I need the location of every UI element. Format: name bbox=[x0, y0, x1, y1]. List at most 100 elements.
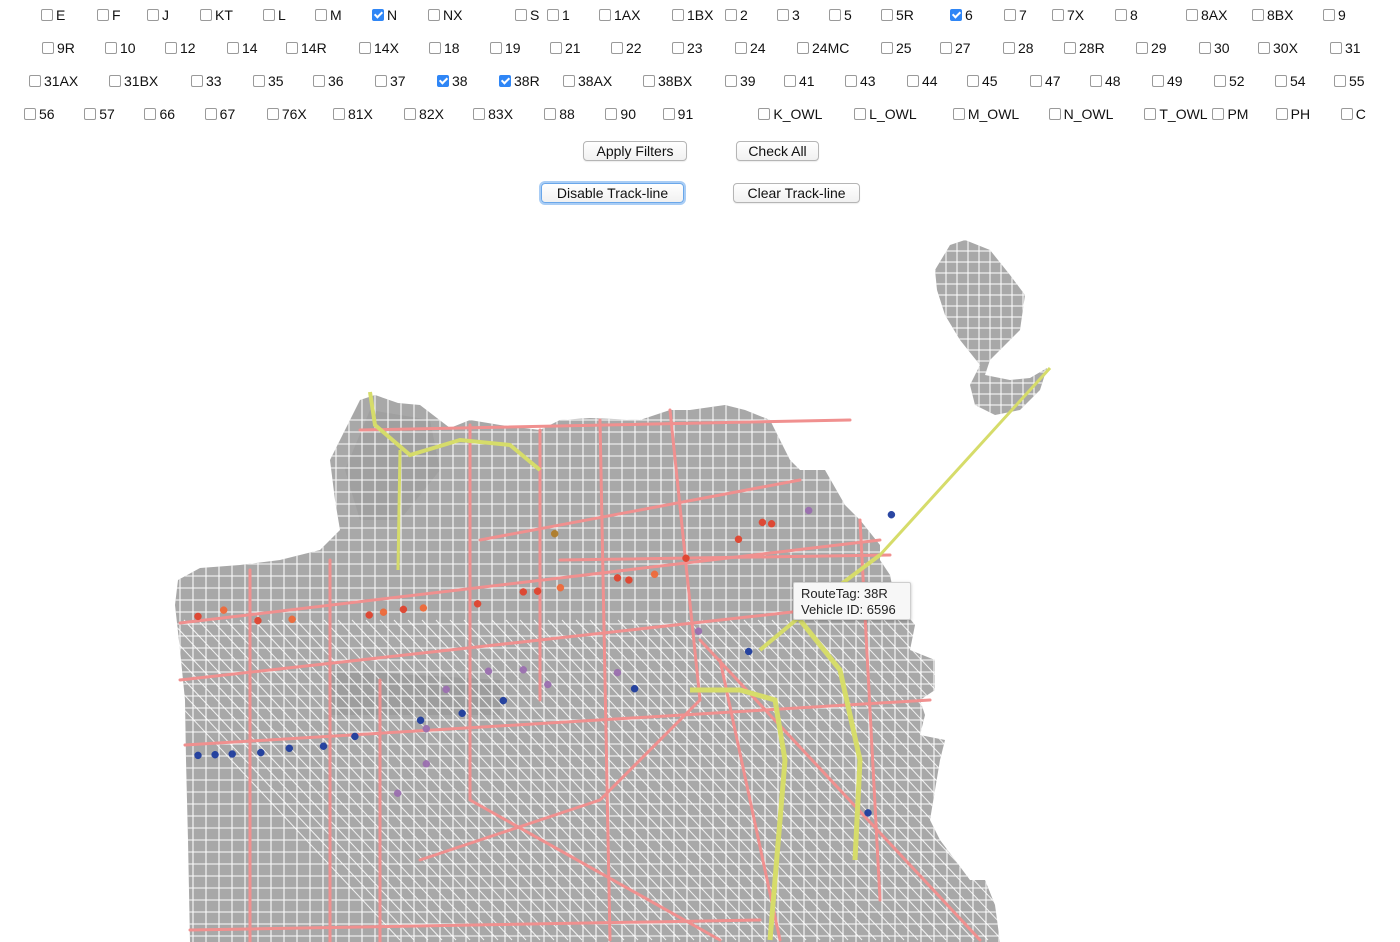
route-filter-31ax[interactable]: 31AX bbox=[29, 69, 109, 93]
route-checkbox[interactable] bbox=[950, 9, 962, 21]
route-filter-3[interactable]: 3 bbox=[777, 3, 829, 27]
disable-trackline-button[interactable]: Disable Track-line bbox=[541, 183, 684, 203]
apply-filters-button[interactable]: Apply Filters bbox=[583, 141, 687, 161]
route-filter-33[interactable]: 33 bbox=[191, 69, 253, 93]
route-filter-39[interactable]: 39 bbox=[725, 69, 784, 93]
route-filter-47[interactable]: 47 bbox=[1030, 69, 1090, 93]
vehicle-marker-38r[interactable] bbox=[379, 608, 388, 616]
route-filter-8ax[interactable]: 8AX bbox=[1186, 3, 1252, 27]
route-checkbox[interactable] bbox=[144, 108, 157, 120]
route-checkbox[interactable] bbox=[563, 75, 575, 87]
route-checkbox[interactable] bbox=[1152, 75, 1164, 87]
route-filter-66[interactable]: 66 bbox=[144, 102, 204, 126]
vehicle-marker-n[interactable] bbox=[211, 750, 219, 759]
vehicle-marker-38[interactable] bbox=[473, 600, 482, 608]
vehicle-marker-38r[interactable] bbox=[650, 570, 659, 579]
route-checkbox[interactable] bbox=[263, 9, 275, 21]
vehicle-marker-6[interactable] bbox=[804, 506, 813, 515]
route-filter-j[interactable]: J bbox=[147, 3, 200, 27]
route-checkbox[interactable] bbox=[359, 42, 371, 54]
route-filter-52[interactable]: 52 bbox=[1214, 69, 1275, 93]
route-checkbox[interactable] bbox=[227, 42, 239, 54]
vehicle-marker-6[interactable] bbox=[422, 724, 431, 733]
vehicle-marker-38[interactable] bbox=[613, 574, 622, 582]
route-checkbox[interactable] bbox=[109, 75, 121, 87]
route-filter-31bx[interactable]: 31BX bbox=[109, 69, 191, 93]
route-filter-38ax[interactable]: 38AX bbox=[563, 69, 643, 93]
route-checkbox[interactable] bbox=[437, 75, 449, 87]
route-checkbox[interactable] bbox=[473, 108, 486, 120]
route-filter-5[interactable]: 5 bbox=[829, 3, 881, 27]
route-checkbox[interactable] bbox=[662, 108, 675, 120]
route-filter-55[interactable]: 55 bbox=[1334, 69, 1394, 93]
route-checkbox[interactable] bbox=[1214, 75, 1226, 87]
vehicle-marker-6[interactable] bbox=[519, 666, 528, 674]
route-filter-14r[interactable]: 14R bbox=[286, 36, 359, 60]
route-checkbox[interactable] bbox=[1199, 42, 1211, 54]
route-checkbox[interactable] bbox=[204, 108, 217, 120]
route-filter-56[interactable]: 56 bbox=[24, 102, 84, 126]
route-filter-1[interactable]: 1 bbox=[547, 3, 599, 27]
route-checkbox[interactable] bbox=[313, 75, 325, 87]
vehicle-marker-38[interactable] bbox=[767, 520, 776, 528]
route-filter-19[interactable]: 19 bbox=[490, 36, 550, 60]
route-filter-91[interactable]: 91 bbox=[662, 102, 759, 126]
route-checkbox[interactable] bbox=[544, 108, 557, 120]
route-checkbox[interactable] bbox=[286, 42, 298, 54]
route-checkbox[interactable] bbox=[952, 108, 965, 120]
route-filter-18[interactable]: 18 bbox=[429, 36, 490, 60]
route-filter-10[interactable]: 10 bbox=[105, 36, 165, 60]
vehicle-marker-n[interactable] bbox=[864, 809, 872, 817]
route-filter-nx[interactable]: NX bbox=[428, 3, 515, 27]
route-checkbox[interactable] bbox=[599, 9, 611, 21]
vehicle-marker-n[interactable] bbox=[194, 751, 202, 760]
route-filter-8[interactable]: 8 bbox=[1115, 3, 1186, 27]
route-filter-l[interactable]: L bbox=[263, 3, 315, 27]
route-checkbox[interactable] bbox=[845, 75, 857, 87]
route-filter-29[interactable]: 29 bbox=[1136, 36, 1199, 60]
route-filter-76x[interactable]: 76X bbox=[266, 102, 333, 126]
vehicle-marker-38[interactable] bbox=[254, 616, 262, 625]
vehicle-marker-n[interactable] bbox=[887, 510, 896, 519]
vehicle-marker-38r[interactable] bbox=[219, 606, 228, 614]
route-filter-36[interactable]: 36 bbox=[313, 69, 375, 93]
route-checkbox[interactable] bbox=[1340, 108, 1353, 120]
route-checkbox[interactable] bbox=[404, 108, 417, 120]
route-checkbox[interactable] bbox=[41, 9, 53, 21]
route-checkbox[interactable] bbox=[1064, 42, 1076, 54]
vehicle-marker-38[interactable] bbox=[519, 588, 528, 596]
route-filter-45[interactable]: 45 bbox=[967, 69, 1030, 93]
route-filter-24mc[interactable]: 24MC bbox=[797, 36, 881, 60]
route-filter-38[interactable]: 38 bbox=[437, 69, 499, 93]
route-checkbox[interactable] bbox=[1275, 108, 1288, 120]
vehicle-marker-38[interactable] bbox=[365, 611, 373, 619]
route-filter-m[interactable]: M bbox=[315, 3, 372, 27]
route-filter-41[interactable]: 41 bbox=[784, 69, 845, 93]
route-filter-37[interactable]: 37 bbox=[375, 69, 437, 93]
vehicle-marker-38[interactable] bbox=[682, 554, 690, 562]
vehicle-marker-6[interactable] bbox=[694, 627, 703, 635]
route-filter-21[interactable]: 21 bbox=[550, 36, 611, 60]
route-checkbox[interactable] bbox=[547, 9, 559, 21]
route-checkbox[interactable] bbox=[940, 42, 952, 54]
route-checkbox[interactable] bbox=[725, 9, 737, 21]
route-filter-44[interactable]: 44 bbox=[907, 69, 967, 93]
route-checkbox[interactable] bbox=[200, 9, 212, 21]
route-checkbox[interactable] bbox=[165, 42, 177, 54]
route-filter-27[interactable]: 27 bbox=[940, 36, 1003, 60]
vehicle-marker-n[interactable] bbox=[257, 748, 265, 757]
route-filter-c[interactable]: C bbox=[1340, 102, 1400, 126]
route-checkbox[interactable] bbox=[1330, 42, 1342, 54]
vehicle-marker-38r[interactable] bbox=[288, 615, 296, 624]
route-checkbox[interactable] bbox=[253, 75, 265, 87]
route-filter-12[interactable]: 12 bbox=[165, 36, 227, 60]
vehicle-marker-6[interactable] bbox=[544, 680, 552, 689]
route-checkbox[interactable] bbox=[428, 9, 440, 21]
vehicle-marker-n[interactable] bbox=[228, 750, 236, 758]
vehicle-marker-other[interactable] bbox=[550, 529, 559, 538]
vehicle-marker-38[interactable] bbox=[194, 612, 202, 621]
route-filter-l-owl[interactable]: L_OWL bbox=[854, 102, 953, 126]
route-filter-pm[interactable]: PM bbox=[1212, 102, 1275, 126]
route-checkbox[interactable] bbox=[605, 108, 618, 120]
route-checkbox[interactable] bbox=[1144, 108, 1157, 120]
